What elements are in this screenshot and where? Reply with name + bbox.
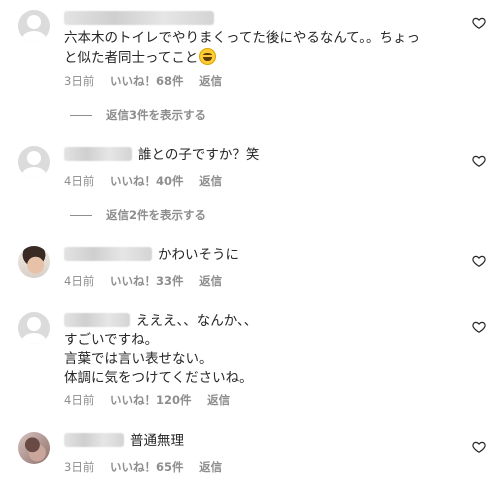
heart-outline-icon[interactable] xyxy=(472,320,486,334)
reply-button[interactable]: 返信 xyxy=(199,174,222,188)
avatar[interactable] xyxy=(18,146,50,178)
username-blurred[interactable] xyxy=(64,147,132,161)
comment-likes[interactable]: いいね！33件 xyxy=(110,274,184,288)
comment-time[interactable]: 3日前 xyxy=(64,460,94,474)
heart-outline-icon[interactable] xyxy=(472,154,486,168)
comment-likes[interactable]: いいね！40件 xyxy=(110,174,184,188)
comment-text: 普通無理 xyxy=(130,433,184,449)
view-replies-label: 返信2件を表示する xyxy=(106,208,207,222)
view-replies-button[interactable]: 返信3件を表示する xyxy=(70,107,206,123)
comment-time[interactable]: 4日前 xyxy=(64,393,94,407)
comment-time[interactable]: 3日前 xyxy=(64,74,94,88)
comment-text-line: 体調に気をつけてくださいね。 xyxy=(64,370,253,386)
username-blurred[interactable] xyxy=(64,247,152,261)
view-replies-label: 返信3件を表示する xyxy=(106,108,207,122)
reply-button[interactable]: 返信 xyxy=(207,393,230,407)
comment-meta: 3日前 いいね！65件 返信 xyxy=(64,459,234,475)
comment-text-line: 言葉では言い表せない。 xyxy=(64,351,213,367)
heart-outline-icon[interactable] xyxy=(472,254,486,268)
reply-button[interactable]: 返信 xyxy=(199,74,222,88)
comment-meta: 4日前 いいね！120件 返信 xyxy=(64,392,242,408)
comment-time[interactable]: 4日前 xyxy=(64,274,94,288)
comment-meta: 4日前 いいね！33件 返信 xyxy=(64,273,234,289)
reply-button[interactable]: 返信 xyxy=(199,460,222,474)
comment-text: 誰との子ですか？笑 xyxy=(138,147,260,163)
comment-meta: 4日前 いいね！40件 返信 xyxy=(64,173,234,189)
comment-body: 普通無理 xyxy=(64,432,464,451)
comment-text-line: すごいですね。 xyxy=(64,332,159,348)
view-replies-button[interactable]: 返信2件を表示する xyxy=(70,207,206,223)
comment-body: えええ、、なんか、、 すごいですね。 言葉では言い表せない。 体調に気をつけてく… xyxy=(64,312,464,388)
divider-line xyxy=(70,115,92,116)
avatar[interactable] xyxy=(18,312,50,344)
comment-meta: 3日前 いいね！68件 返信 xyxy=(64,73,234,89)
comment-text: かわいそうに xyxy=(158,247,239,263)
reply-button[interactable]: 返信 xyxy=(199,274,222,288)
heart-outline-icon[interactable] xyxy=(472,440,486,454)
comment-text-line: えええ、、なんか、、 xyxy=(136,313,258,329)
heart-outline-icon[interactable] xyxy=(472,16,486,30)
comment-body: 誰との子ですか？笑 xyxy=(64,146,464,165)
comment-body: 六本木のトイレでやりまくってた後にやるなんて。。ちょっ と似た者同士ってこと xyxy=(64,10,464,68)
comment-body: かわいそうに xyxy=(64,246,464,265)
comment-time[interactable]: 4日前 xyxy=(64,174,94,188)
avatar[interactable] xyxy=(18,432,50,464)
grinning-sweat-emoji-icon xyxy=(199,48,217,65)
comment-text-line: と似た者同士ってこと xyxy=(64,50,199,66)
username-blurred[interactable] xyxy=(64,313,130,327)
username-blurred[interactable] xyxy=(64,433,124,447)
comment-likes[interactable]: いいね！68件 xyxy=(110,74,184,88)
comment-list: 六本木のトイレでやりまくってた後にやるなんて。。ちょっ と似た者同士ってこと 3… xyxy=(0,0,500,490)
avatar[interactable] xyxy=(18,10,50,42)
divider-line xyxy=(70,215,92,216)
username-blurred[interactable] xyxy=(64,11,214,25)
avatar[interactable] xyxy=(18,246,50,278)
comment-text-line: 六本木のトイレでやりまくってた後にやるなんて。。ちょっ xyxy=(64,30,420,46)
comment-likes[interactable]: いいね！120件 xyxy=(110,393,192,407)
comment-likes[interactable]: いいね！65件 xyxy=(110,460,184,474)
